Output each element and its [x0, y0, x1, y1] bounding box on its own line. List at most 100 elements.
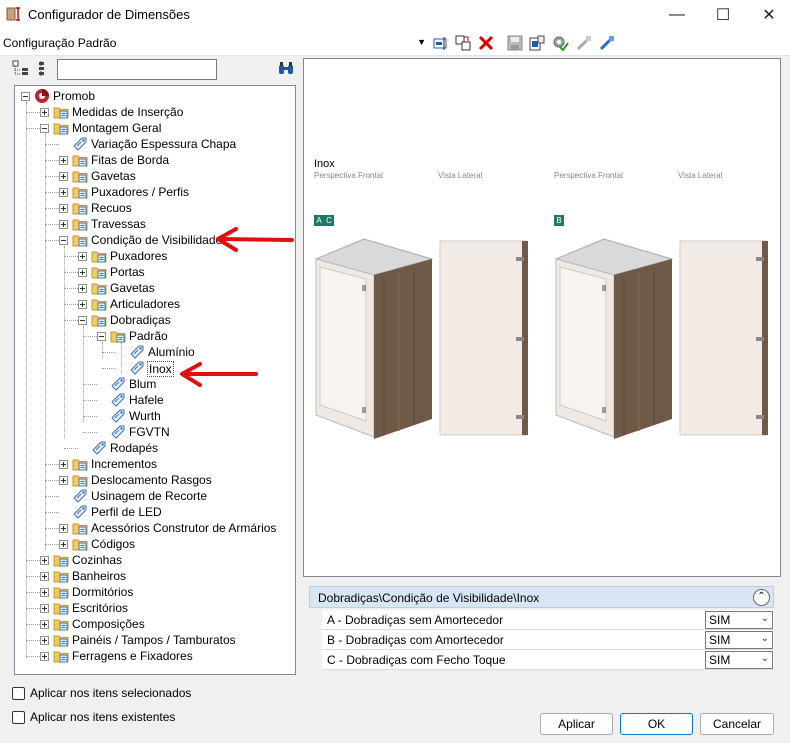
expand-icon[interactable]	[78, 252, 87, 261]
expand-icon[interactable]	[40, 572, 49, 581]
preview-label: Perspectiva Frontal	[314, 171, 383, 180]
folder-icon	[53, 552, 69, 568]
expand-icon[interactable]	[78, 284, 87, 293]
properties-header[interactable]: Dobradiças\Condição de Visibilidade\Inox…	[309, 586, 774, 608]
expand-icon[interactable]	[40, 604, 49, 613]
ok-button[interactable]: OK	[620, 713, 693, 735]
chevron-up-double-icon[interactable]: ⌃	[753, 589, 770, 606]
tree-item-label: Painéis / Tampos / Tamburatos	[72, 633, 236, 647]
apply-button[interactable]: Aplicar	[540, 713, 613, 735]
tree-item-label: Deslocamento Rasgos	[91, 473, 212, 487]
collapse-icon[interactable]	[59, 236, 68, 245]
property-row: C - Dobradiças com Fecho Toque SIM ⌄	[322, 650, 774, 670]
folder-icon	[72, 216, 88, 232]
expand-icon[interactable]	[59, 156, 68, 165]
tree-connector	[64, 304, 78, 305]
tree-connector	[83, 400, 97, 401]
copy-config-icon[interactable]	[454, 34, 472, 52]
preview-title: Inox	[314, 158, 335, 170]
expand-icon[interactable]	[78, 300, 87, 309]
expand-icon[interactable]	[59, 220, 68, 229]
expand-icon[interactable]	[40, 620, 49, 629]
tree-connector	[26, 102, 27, 658]
minimize-button[interactable]: —	[654, 0, 700, 30]
tree-item-label: Hafele	[129, 393, 164, 407]
tree-item-label: Incrementos	[91, 457, 158, 471]
link-icon[interactable]	[598, 34, 616, 52]
collapse-icon[interactable]	[97, 332, 106, 341]
property-select[interactable]: SIM ⌄	[705, 631, 773, 649]
connect-icon[interactable]	[575, 34, 593, 52]
properties-path: Dobradiças\Condição de Visibilidade\Inox	[318, 591, 540, 605]
tree-item-label: Banheiros	[72, 569, 127, 583]
tree-item-label: Wurth	[129, 409, 161, 423]
expand-icon[interactable]	[40, 636, 49, 645]
folder-icon	[91, 248, 107, 264]
close-button[interactable]: ✕	[746, 0, 790, 30]
tree-item-label: Montagem Geral	[72, 121, 162, 135]
expand-icon[interactable]	[40, 588, 49, 597]
tree-connector	[26, 608, 40, 609]
cabinet-perspective-image	[554, 238, 674, 439]
expand-icon[interactable]	[59, 460, 68, 469]
expand-icon[interactable]	[59, 172, 68, 181]
tree-item-label: Ferragens e Fixadores	[72, 649, 193, 663]
expand-icon[interactable]	[59, 540, 68, 549]
app-icon	[6, 7, 20, 21]
folder-icon	[91, 296, 107, 312]
tree-item-label: Acessórios Construtor de Armários	[91, 521, 277, 535]
property-select[interactable]: SIM ⌄	[705, 651, 773, 669]
edit-config-icon[interactable]	[432, 34, 450, 52]
expand-tree-icon[interactable]	[12, 60, 30, 78]
tag-icon	[72, 504, 88, 520]
tree-item-label: Gavetas	[110, 281, 155, 295]
chevron-down-icon: ⌄	[760, 613, 769, 624]
delete-icon[interactable]	[477, 34, 495, 52]
tree-connector	[64, 288, 78, 289]
export-icon[interactable]	[528, 34, 546, 52]
apply-settings-icon[interactable]	[551, 34, 569, 52]
expand-icon[interactable]	[40, 652, 49, 661]
badge-b: B	[554, 215, 564, 226]
folder-icon	[72, 152, 88, 168]
maximize-icon: ☐	[715, 7, 731, 24]
tag-icon	[129, 344, 145, 360]
tag-icon	[110, 376, 126, 392]
maximize-button[interactable]: ☐	[700, 0, 746, 30]
folder-icon	[53, 648, 69, 664]
expand-icon[interactable]	[78, 268, 87, 277]
collapse-tree-icon[interactable]	[35, 60, 53, 78]
tree-connector	[45, 464, 59, 465]
folder-icon	[110, 328, 126, 344]
cancel-button[interactable]: Cancelar	[700, 713, 774, 735]
tree-connector	[64, 272, 78, 273]
apply-existing-checkbox[interactable]	[12, 711, 25, 724]
configuration-select[interactable]: Configuração Padrão ▼	[2, 34, 428, 52]
tag-icon	[110, 392, 126, 408]
binoculars-icon[interactable]	[277, 60, 295, 78]
tag-icon	[110, 424, 126, 440]
folder-icon	[72, 184, 88, 200]
tree-connector	[26, 112, 40, 113]
expand-icon[interactable]	[40, 556, 49, 565]
tree-connector	[45, 496, 59, 497]
apply-selected-checkbox[interactable]	[12, 687, 25, 700]
cabinet-side-view-image	[439, 240, 528, 436]
expand-icon[interactable]	[59, 476, 68, 485]
tree-search-input[interactable]	[57, 59, 217, 80]
property-select[interactable]: SIM ⌄	[705, 611, 773, 629]
tree-item-label: Escritórios	[72, 601, 129, 615]
property-row: B - Dobradiças com Amortecedor SIM ⌄	[322, 630, 774, 650]
tree-item-label: Dormitórios	[72, 585, 134, 599]
expand-icon[interactable]	[59, 524, 68, 533]
save-icon[interactable]	[506, 34, 524, 52]
tree-item-label: Gavetas	[91, 169, 136, 183]
collapse-icon[interactable]	[40, 124, 49, 133]
expand-icon[interactable]	[59, 188, 68, 197]
folder-icon	[72, 536, 88, 552]
tree-item-label: FGVTN	[129, 425, 170, 439]
expand-icon[interactable]	[40, 108, 49, 117]
expand-icon[interactable]	[59, 204, 68, 213]
collapse-icon[interactable]	[21, 92, 30, 101]
collapse-icon[interactable]	[78, 316, 87, 325]
